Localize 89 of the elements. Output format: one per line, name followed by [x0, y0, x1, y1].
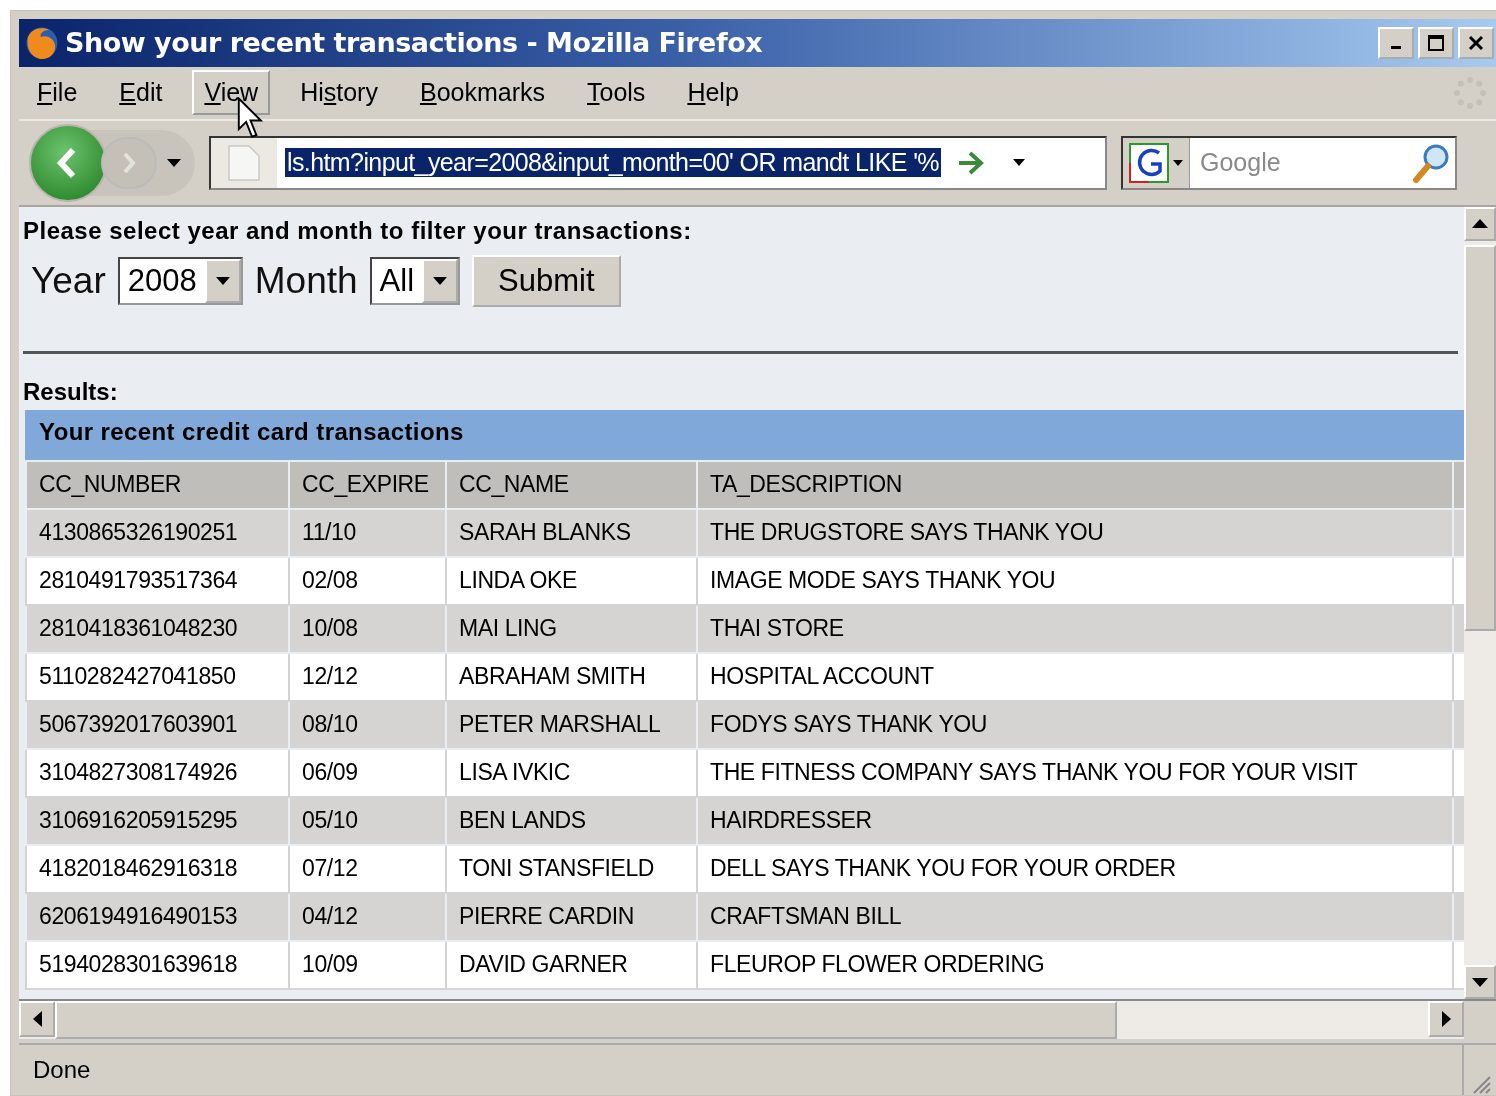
table-cell: 06/09	[289, 748, 446, 797]
table-cell: 05/10	[289, 796, 446, 845]
table-cell: HOSPITAL ACCOUNT	[697, 652, 1453, 701]
table-cell: CRAFTSMAN BILL	[697, 892, 1453, 941]
caret-down-icon	[215, 276, 230, 285]
table-cell: TONI STANSFIELD	[446, 844, 697, 893]
table-cell: 08/10	[289, 700, 446, 749]
submit-button[interactable]: Submit	[472, 254, 621, 307]
results-heading: Results:	[23, 377, 119, 406]
month-select[interactable]: All	[369, 256, 461, 305]
table-cell: LINDA OKE	[446, 556, 697, 605]
caret-down-icon	[433, 276, 448, 285]
arrow-down-icon	[1472, 977, 1488, 987]
column-header: TA_DESCRIPTION	[697, 460, 1453, 509]
year-label: Year	[31, 259, 106, 302]
scroll-up-button[interactable]	[1464, 206, 1496, 241]
table-cell: FLEUROP FLOWER ORDERING	[697, 940, 1453, 989]
table-cell: HAIRDRESSER	[697, 796, 1453, 845]
table-cell: DAVID GARNER	[446, 940, 697, 989]
table-cell: LISA IVKIC	[446, 748, 697, 797]
column-header: CC_NAME	[446, 460, 697, 509]
table-cell: ABRAHAM SMITH	[446, 652, 697, 701]
column-header: CC_EXPIRE	[289, 460, 446, 509]
column-header: CC_NUMBER	[26, 460, 289, 509]
table-cell: THAI STORE	[697, 604, 1453, 653]
minimize-button[interactable]	[1378, 26, 1414, 59]
scroll-thumb[interactable]	[1464, 244, 1496, 631]
month-label: Month	[254, 259, 358, 302]
table-cell: 5194028301639618	[26, 940, 289, 989]
minimize-icon	[1391, 46, 1401, 50]
filter-prompt: Please select year and month to filter your transactions:	[23, 216, 693, 245]
scroll-down-button[interactable]	[1464, 965, 1496, 1000]
table-cell: DELL SAYS THANK YOU FOR YOUR ORDER	[697, 844, 1453, 893]
table-cell: 10/09	[289, 940, 446, 989]
table-cell: 4182018462916318	[26, 844, 289, 893]
table-cell: 2810491793517364	[26, 556, 289, 605]
table-cell: SARAH BLANKS	[446, 508, 697, 557]
table-cell: PETER MARSHALL	[446, 700, 697, 749]
maximize-button[interactable]	[1418, 26, 1454, 59]
close-button[interactable]	[1458, 26, 1494, 59]
maximize-icon	[1427, 33, 1445, 52]
url-text: ls.htm?input_year=2008&input_month=00' OR mandt LIKE '%	[285, 148, 941, 178]
table-cell: 2810418361048230	[26, 604, 289, 653]
table-caption: Your recent credit card transactions	[25, 409, 1464, 460]
table-cell: 6206194916490153	[26, 892, 289, 941]
table-cell: 02/08	[289, 556, 446, 605]
menu-item[interactable]: Edit	[107, 70, 175, 116]
table-cell: 04/12	[289, 892, 446, 941]
caret-down-icon	[167, 158, 181, 167]
table-cell: FODYS SAYS THANK YOU	[697, 700, 1453, 749]
table-cell: 4130865326190251	[26, 508, 289, 557]
menu-item[interactable]: Help	[675, 70, 751, 116]
status-text: Done	[19, 1045, 1464, 1095]
menu-item[interactable]: View	[192, 70, 271, 116]
menu-item[interactable]: Tools	[575, 70, 658, 116]
scroll-left-button[interactable]	[19, 1001, 55, 1038]
arrow-left-icon	[32, 1011, 42, 1028]
search-engine-button[interactable]	[1123, 137, 1190, 188]
window-title: Show your recent transactions - Mozilla Firefox	[65, 27, 763, 59]
table-cell: 07/12	[289, 844, 446, 893]
table-cell: THE FITNESS COMPANY SAYS THANK YOU FOR YOUR VISIT	[697, 748, 1453, 797]
arrow-up-icon	[1472, 219, 1488, 229]
menu-item[interactable]: History	[288, 70, 390, 116]
arrow-right-icon	[956, 149, 985, 176]
year-select[interactable]: 2008	[117, 256, 243, 305]
close-icon	[1467, 33, 1485, 52]
menu-item[interactable]: Bookmarks	[407, 70, 557, 116]
table-cell: BEN LANDS	[446, 796, 697, 845]
table-cell: 3106916205915295	[26, 796, 289, 845]
table-cell: MAI LING	[446, 604, 697, 653]
table-cell: 12/12	[289, 652, 446, 701]
scroll-thumb[interactable]	[55, 1001, 1117, 1040]
scroll-right-button[interactable]	[1428, 1001, 1464, 1038]
caret-down-icon	[1012, 159, 1025, 167]
caret-down-icon	[1173, 159, 1183, 166]
table-cell: 3104827308174926	[26, 748, 289, 797]
table-cell: PIERRE CARDIN	[446, 892, 697, 941]
table-cell: 11/10	[289, 508, 446, 557]
table-cell: THE DRUGSTORE SAYS THANK YOU	[697, 508, 1453, 557]
table-cell: 5110282427041850	[26, 652, 289, 701]
search-field[interactable]: Google	[1121, 135, 1457, 190]
page-icon	[227, 143, 261, 182]
address-field[interactable]: ls.htm?input_year=2008&input_month=00' OR mandt LIKE '%	[209, 135, 1107, 190]
table-cell: 10/08	[289, 604, 446, 653]
table-cell: IMAGE MODE SAYS THANK YOU	[697, 556, 1453, 605]
letter-logo-icon	[1129, 142, 1169, 183]
arrow-right-icon	[1441, 1011, 1451, 1028]
menu-item[interactable]: File	[25, 70, 90, 116]
table-cell: 5067392017603901	[26, 700, 289, 749]
